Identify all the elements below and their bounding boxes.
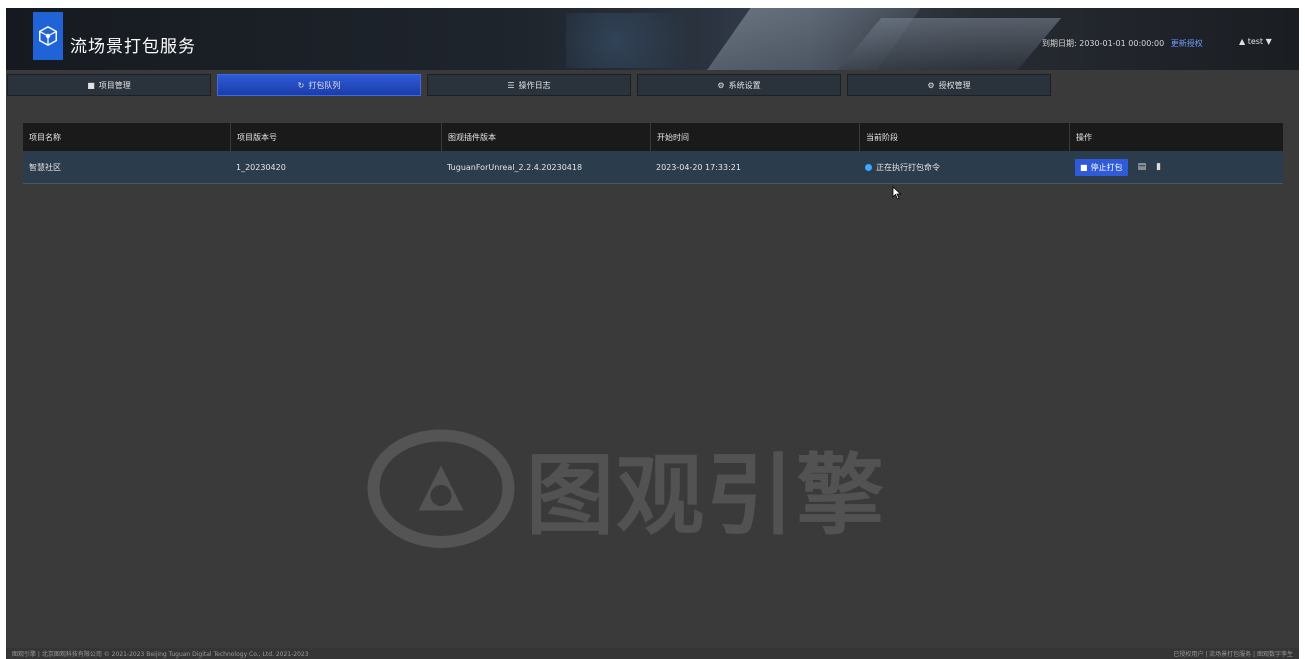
column-header: 当前阶段: [859, 123, 1069, 151]
tab-packaging-queue[interactable]: ↻ 打包队列: [217, 74, 421, 96]
column-header: 图观插件版本: [441, 123, 650, 151]
footer-copyright: 图观引擎 | 北京图观科技有限公司 © 2021-2023 Beijing Tu…: [12, 651, 309, 658]
chevron-down-icon: ▼: [1265, 37, 1272, 46]
home-icon: ■: [87, 80, 95, 90]
user-name: test: [1247, 37, 1264, 46]
tab-system-settings[interactable]: ⚙ 系统设置: [637, 74, 841, 96]
header-decoration: [566, 13, 686, 68]
tab-project-management[interactable]: ■ 项目管理: [7, 74, 211, 96]
project-version-cell: 1_20230420: [236, 162, 286, 172]
tab-label: 操作日志: [518, 80, 551, 90]
tab-label: 打包队列: [308, 80, 341, 90]
user-icon: ▲: [1239, 37, 1246, 46]
column-header: 项目名称: [29, 132, 61, 142]
app-title: 流场景打包服务: [70, 37, 196, 57]
stage-cell: 正在执行打包命令: [859, 151, 1069, 183]
column-header: 开始时间: [650, 123, 859, 151]
status-running-icon: [865, 163, 872, 171]
tab-operation-log[interactable]: ☰ 操作日志: [427, 74, 631, 96]
watermark: 图观引擎: [366, 423, 966, 553]
stage-text: 正在执行打包命令: [876, 162, 940, 172]
stop-icon: ■: [1080, 162, 1088, 172]
log-icon[interactable]: ▤: [1138, 162, 1147, 172]
column-header: 项目版本号: [230, 123, 441, 151]
actions-cell: ■ 停止打包 ▤ ▮: [1069, 151, 1283, 183]
app-header: 流场景打包服务 到期日期: 2030-01-01 00:00:00 更新授权 ▲…: [6, 8, 1299, 70]
gear-icon: ⚙: [927, 80, 935, 90]
tab-license-management[interactable]: ⚙ 授权管理: [847, 74, 1051, 96]
table-row: 智慧社区 1_20230420 TuguanForUnreal_2.2.4.20…: [23, 151, 1283, 184]
nav-tabs: ■ 项目管理 ↻ 打包队列 ☰ 操作日志 ⚙ 系统设置 ⚙ 授权管理: [6, 74, 1299, 96]
footer: 图观引擎 | 北京图观科技有限公司 © 2021-2023 Beijing Tu…: [6, 648, 1299, 659]
cube-logo-icon: [39, 25, 57, 47]
tab-label: 项目管理: [98, 80, 131, 90]
column-header: 操作: [1069, 123, 1283, 151]
sync-icon: ↻: [297, 80, 305, 90]
stop-button-label: 停止打包: [1090, 162, 1123, 172]
watermark-text: 图观引擎: [526, 443, 887, 547]
screenshot-frame: 流场景打包服务 到期日期: 2030-01-01 00:00:00 更新授权 ▲…: [0, 0, 1305, 659]
expiry-label: 到期日期: 2030-01-01 00:00:00: [1042, 39, 1165, 48]
mouse-cursor-icon: [892, 186, 902, 200]
stop-packaging-button[interactable]: ■ 停止打包: [1075, 158, 1128, 176]
license-expiry: 到期日期: 2030-01-01 00:00:00 更新授权: [1042, 38, 1203, 49]
gear-icon: ⚙: [717, 80, 725, 90]
delete-icon[interactable]: ▮: [1156, 162, 1161, 172]
project-name-cell: 智慧社区: [29, 162, 61, 172]
app-window: 流场景打包服务 到期日期: 2030-01-01 00:00:00 更新授权 ▲…: [6, 8, 1299, 659]
queue-table: 项目名称 项目版本号 图观插件版本 开始时间 当前阶段 操作 智慧社区 1_20…: [23, 123, 1283, 184]
tab-label: 系统设置: [728, 80, 761, 90]
plugin-version-cell: TuguanForUnreal_2.2.4.20230418: [447, 162, 583, 172]
table-header: 项目名称 项目版本号 图观插件版本 开始时间 当前阶段 操作: [23, 123, 1283, 151]
user-menu[interactable]: ▲ test ▼: [1239, 37, 1272, 46]
start-time-cell: 2023-04-20 17:33:21: [656, 162, 741, 172]
tab-label: 授权管理: [938, 80, 971, 90]
renew-license-link[interactable]: 更新授权: [1171, 39, 1203, 48]
cube-logo-icon[interactable]: [33, 12, 63, 60]
footer-info: 已授权用户 | 流场景打包服务 | 图观数字孪生: [1173, 651, 1293, 658]
tuguan-logo-icon: [367, 429, 515, 548]
list-icon: ☰: [507, 80, 515, 90]
